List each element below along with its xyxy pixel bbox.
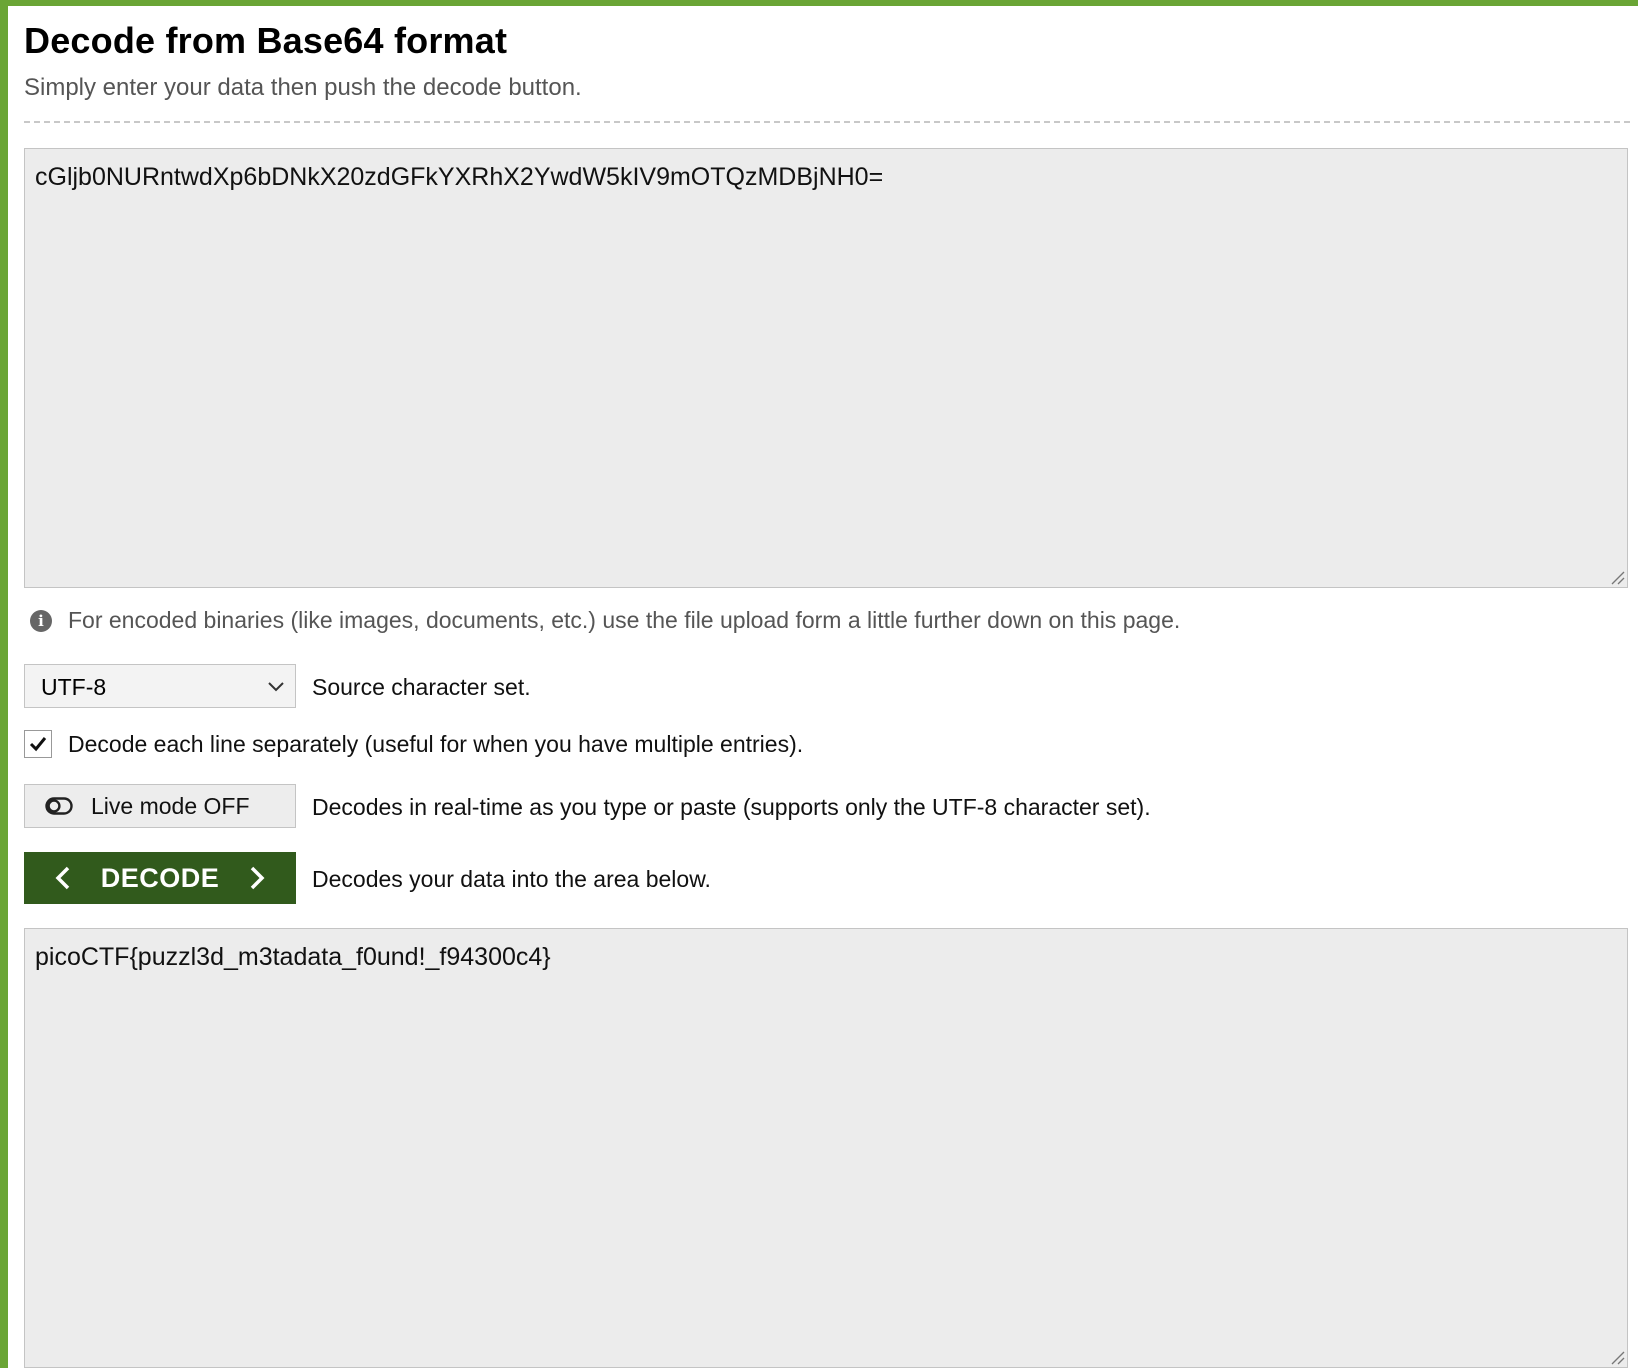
- decode-description: Decodes your data into the area below.: [312, 866, 711, 892]
- output-text: picoCTF{puzzl3d_m3tadata_f0und!_f94300c4…: [35, 943, 551, 971]
- decode-lines-option: Decode each line separately (useful for …: [24, 730, 803, 758]
- charset-select[interactable]: UTF-8: [24, 664, 296, 708]
- info-icon: i: [30, 609, 52, 632]
- charset-selected-value: UTF-8: [41, 674, 107, 700]
- chevron-left-icon: [55, 866, 69, 890]
- resize-handle-icon[interactable]: [1609, 569, 1625, 585]
- resize-handle-icon[interactable]: [1609, 1349, 1625, 1365]
- page-subtitle: Simply enter your data then push the dec…: [24, 74, 582, 101]
- left-accent-bar: [0, 0, 8, 1368]
- top-accent-bar: [0, 0, 1638, 6]
- chevron-down-icon: [268, 682, 284, 692]
- decode-lines-checkbox[interactable]: [24, 730, 52, 758]
- charset-label: Source character set.: [312, 674, 531, 700]
- checkmark-icon: [29, 737, 47, 752]
- page-title: Decode from Base64 format: [24, 20, 508, 61]
- decode-button-label: DECODE: [100, 862, 220, 893]
- live-mode-button[interactable]: Live mode OFF: [24, 784, 296, 828]
- decode-button[interactable]: DECODE: [24, 852, 296, 904]
- chevron-right-icon: [251, 866, 265, 890]
- input-text: cGljb0NURntwdXp6bDNkX20zdGFkYXRhX2YwdW5k…: [35, 163, 884, 191]
- binary-upload-hint: i For encoded binaries (like images, doc…: [30, 607, 1180, 634]
- output-textarea[interactable]: picoCTF{puzzl3d_m3tadata_f0und!_f94300c4…: [24, 928, 1628, 1368]
- input-textarea[interactable]: cGljb0NURntwdXp6bDNkX20zdGFkYXRhX2YwdW5k…: [24, 148, 1628, 588]
- info-text: For encoded binaries (like images, docum…: [68, 607, 1181, 633]
- live-mode-description: Decodes in real-time as you type or past…: [312, 794, 1151, 820]
- dashed-divider: [24, 121, 1630, 123]
- decode-lines-label: Decode each line separately (useful for …: [68, 730, 804, 757]
- live-mode-label: Live mode OFF: [91, 792, 250, 819]
- toggle-off-icon: [45, 797, 73, 815]
